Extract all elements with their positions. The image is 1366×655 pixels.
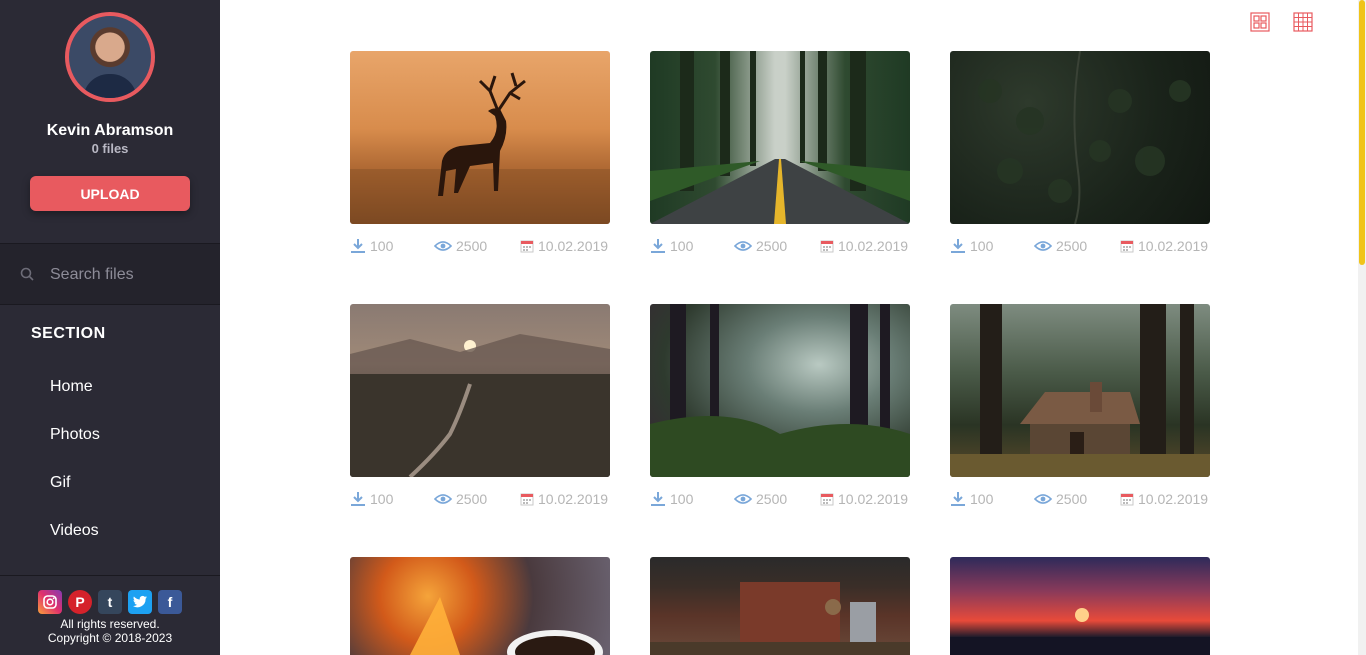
photo-thumbnail[interactable]: [950, 557, 1210, 655]
photo-thumbnail[interactable]: [350, 304, 610, 477]
grid-small-icon[interactable]: [1293, 12, 1313, 32]
section-title: SECTION: [31, 325, 106, 342]
scroll-thumb[interactable]: [1359, 0, 1365, 265]
view-count: 2500: [1034, 238, 1087, 254]
view-count: 2500: [734, 491, 787, 507]
search-input[interactable]: [50, 264, 210, 286]
upload-date: 10.02.2019: [1120, 238, 1208, 254]
nav-item-videos[interactable]: Videos: [50, 522, 99, 540]
gallery-card[interactable]: [350, 557, 610, 655]
calendar-icon: [520, 493, 534, 506]
photo-thumbnail[interactable]: [950, 304, 1210, 477]
nav-item-photos[interactable]: Photos: [50, 426, 100, 444]
sidebar: Kevin Abramson 0 files UPLOAD SECTION Ho…: [0, 0, 220, 655]
user-name: Kevin Abramson: [46, 122, 174, 139]
card-meta: 100 2500 10.02.2019: [350, 491, 610, 511]
card-meta: 100 2500 10.02.2019: [950, 238, 1210, 258]
download-icon: [351, 239, 365, 253]
photo-thumbnail[interactable]: [350, 51, 610, 224]
gallery-card[interactable]: [650, 557, 910, 655]
nav-item-gif[interactable]: Gif: [50, 474, 70, 492]
calendar-icon: [820, 240, 834, 253]
eye-icon: [1034, 241, 1052, 251]
upload-date: 10.02.2019: [820, 491, 908, 507]
upload-button[interactable]: UPLOAD: [30, 176, 190, 211]
nav-item-home[interactable]: Home: [50, 378, 93, 396]
calendar-icon: [1120, 240, 1134, 253]
gallery-card[interactable]: 100 2500 10.02.2019: [350, 51, 610, 258]
download-count[interactable]: 100: [950, 238, 993, 254]
calendar-icon: [820, 493, 834, 506]
photo-thumbnail[interactable]: [650, 557, 910, 655]
instagram-icon[interactable]: [38, 590, 62, 614]
view-count: 2500: [434, 491, 487, 507]
facebook-icon[interactable]: f: [158, 590, 182, 614]
calendar-icon: [1120, 493, 1134, 506]
eye-icon: [1034, 494, 1052, 504]
footer-copyright: Copyright © 2018-2023: [47, 631, 173, 645]
card-meta: 100 2500 10.02.2019: [350, 238, 610, 258]
card-meta: 100 2500 10.02.2019: [650, 491, 910, 511]
eye-icon: [434, 494, 452, 504]
scrollbar[interactable]: [1358, 0, 1366, 655]
tumblr-icon[interactable]: t: [98, 590, 122, 614]
twitter-icon[interactable]: [128, 590, 152, 614]
search-icon: [20, 267, 34, 281]
avatar[interactable]: [65, 12, 155, 102]
view-count: 2500: [1034, 491, 1087, 507]
gallery-card[interactable]: 100 2500 10.02.2019: [950, 304, 1210, 511]
download-icon: [351, 492, 365, 506]
photo-thumbnail[interactable]: [350, 557, 610, 655]
download-count[interactable]: 100: [950, 491, 993, 507]
photo-thumbnail[interactable]: [650, 51, 910, 224]
eye-icon: [434, 241, 452, 251]
gallery-card[interactable]: 100 2500 10.02.2019: [950, 51, 1210, 258]
search-bar: [0, 243, 220, 305]
upload-date: 10.02.2019: [820, 238, 908, 254]
gallery-card[interactable]: 100 2500 10.02.2019: [350, 304, 610, 511]
calendar-icon: [520, 240, 534, 253]
download-count[interactable]: 100: [650, 238, 693, 254]
eye-icon: [734, 241, 752, 251]
user-file-count: 0 files: [91, 141, 129, 156]
download-count[interactable]: 100: [350, 491, 393, 507]
eye-icon: [734, 494, 752, 504]
upload-date: 10.02.2019: [520, 238, 608, 254]
download-count[interactable]: 100: [350, 238, 393, 254]
footer-rights: All rights reserved.: [60, 617, 160, 631]
view-count: 2500: [434, 238, 487, 254]
sidebar-footer: P t f All rights reserved. Copyright © 2…: [0, 575, 220, 655]
download-icon: [951, 239, 965, 253]
card-meta: 100 2500 10.02.2019: [950, 491, 1210, 511]
view-count: 2500: [734, 238, 787, 254]
upload-date: 10.02.2019: [520, 491, 608, 507]
gallery-card[interactable]: [950, 557, 1210, 655]
gallery-card[interactable]: 100 2500 10.02.2019: [650, 51, 910, 258]
download-icon: [651, 239, 665, 253]
card-meta: 100 2500 10.02.2019: [650, 238, 910, 258]
photo-thumbnail[interactable]: [950, 51, 1210, 224]
gallery-card[interactable]: 100 2500 10.02.2019: [650, 304, 910, 511]
download-count[interactable]: 100: [650, 491, 693, 507]
grid-large-icon[interactable]: [1250, 12, 1270, 32]
upload-date: 10.02.2019: [1120, 491, 1208, 507]
download-icon: [951, 492, 965, 506]
photo-thumbnail[interactable]: [650, 304, 910, 477]
download-icon: [651, 492, 665, 506]
social-links: P t f: [38, 590, 188, 614]
pinterest-icon[interactable]: P: [68, 590, 92, 614]
